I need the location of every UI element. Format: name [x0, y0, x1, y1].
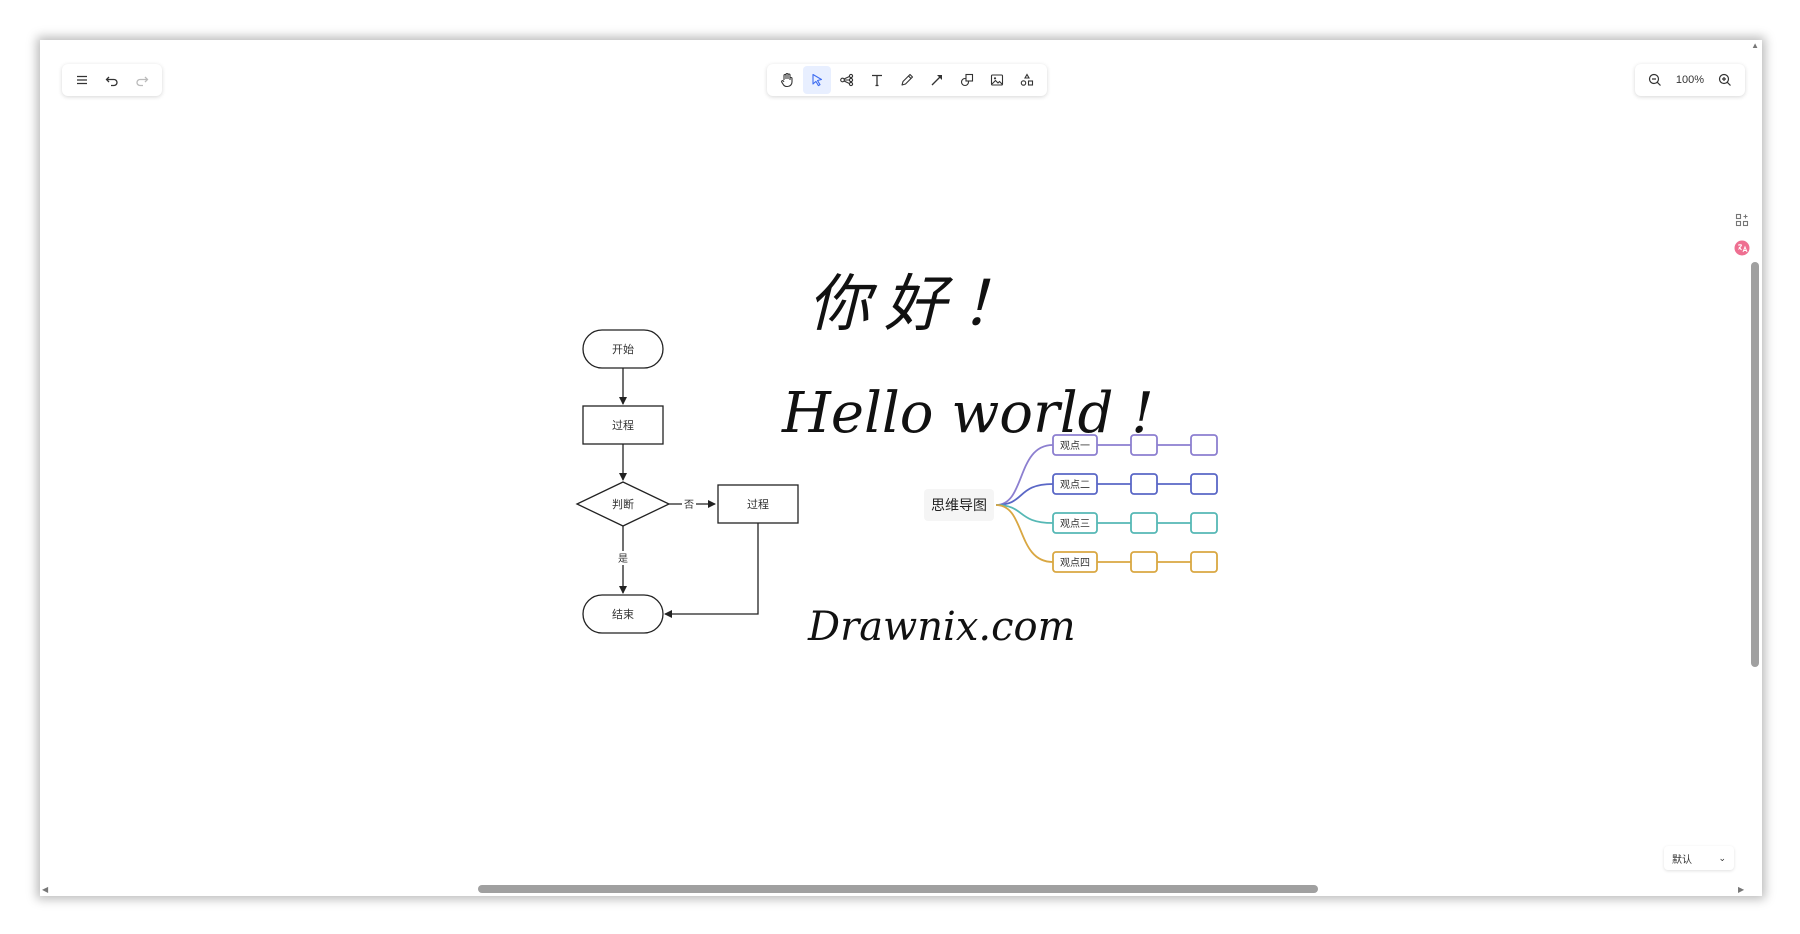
- theme-select[interactable]: 默认 ⌄: [1664, 846, 1734, 870]
- board-canvas[interactable]: 开始 过程 判断 否 过程 是 结束 你好！ Hello world ! Dra…: [40, 40, 1762, 896]
- scroll-up-icon[interactable]: ▲: [1751, 42, 1759, 50]
- flow-process-label-1: 过程: [612, 419, 634, 432]
- mindmap-branch-line: [995, 483, 1054, 506]
- mindmap-grandchild-node[interactable]: [1190, 434, 1218, 456]
- mindmap-branch-label: 观点三: [1060, 518, 1090, 530]
- mindmap-branch-label: 观点二: [1060, 479, 1090, 491]
- flow-end-label: 结束: [612, 608, 634, 621]
- app-window: 100% 开始 过程 判断 否 过程 是 结束 你好！ Hello world …: [40, 40, 1762, 896]
- mindmap-branch-label: 观点四: [1060, 557, 1090, 569]
- handwriting-line-1: 你好！: [808, 267, 1036, 340]
- handwriting-line-3: Drawnix.com: [807, 604, 1076, 650]
- theme-select-value: 默认: [1672, 854, 1692, 866]
- flow-decision-label: 判断: [612, 497, 634, 511]
- mindmap-child-node[interactable]: [1130, 434, 1158, 456]
- flow-start-label: 开始: [612, 342, 634, 356]
- mindmap-branches: 观点一观点二观点三观点四: [995, 434, 1218, 573]
- scroll-right-icon[interactable]: ▶: [1738, 886, 1744, 894]
- mindmap-grandchild-node[interactable]: [1190, 512, 1218, 534]
- mindmap-branch-label: 观点一: [1060, 440, 1090, 452]
- mindmap-grandchild-node[interactable]: [1190, 473, 1218, 495]
- flow-process-label-2: 过程: [747, 498, 769, 511]
- mindmap-child-node[interactable]: [1130, 551, 1158, 573]
- flow-yes-label: 是: [618, 553, 628, 565]
- mindmap-branch-line: [995, 504, 1054, 563]
- horizontal-scrollbar[interactable]: ◀ ▶: [40, 882, 1748, 896]
- mindmap-branch-line: [995, 444, 1054, 506]
- mindmap-grandchild-node[interactable]: [1190, 551, 1218, 573]
- flow-edge-return[interactable]: [664, 523, 759, 618]
- handwriting-line-2: Hello world !: [781, 381, 1154, 446]
- mindmap-child-node[interactable]: [1130, 512, 1158, 534]
- flow-no-label: 否: [684, 499, 694, 511]
- flowchart[interactable]: 开始 过程 判断 否 过程 是 结束: [575, 329, 799, 634]
- handwriting-group[interactable]: 你好！ Hello world ! Drawnix.com: [781, 267, 1154, 650]
- horizontal-scroll-thumb[interactable]: [478, 885, 1318, 893]
- mindmap-root-label: 思维导图: [931, 497, 987, 513]
- mind-map[interactable]: 思维导图 观点一观点二观点三观点四: [924, 434, 1218, 573]
- vertical-scrollbar[interactable]: ▲: [1748, 40, 1762, 882]
- scroll-left-icon[interactable]: ◀: [42, 886, 48, 894]
- mindmap-child-node[interactable]: [1130, 473, 1158, 495]
- vertical-scroll-thumb[interactable]: [1751, 262, 1759, 667]
- chevron-down-icon: ⌄: [1718, 852, 1726, 863]
